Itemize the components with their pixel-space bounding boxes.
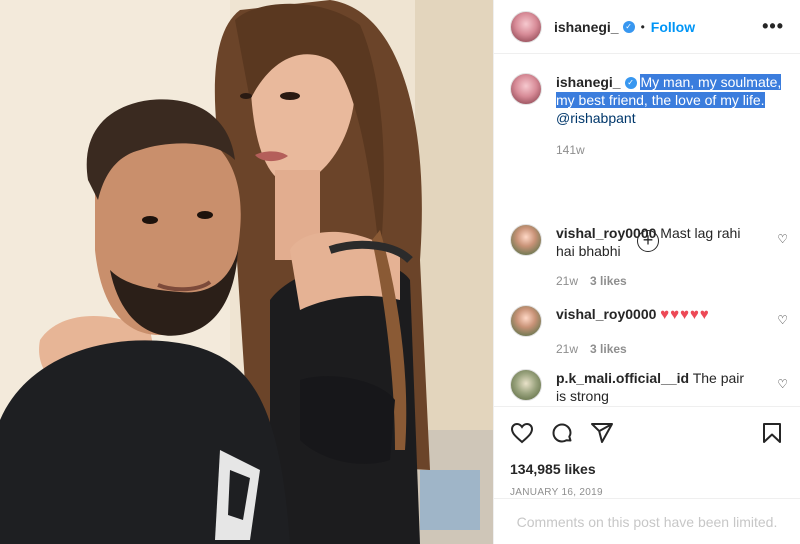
- commenter-username[interactable]: vishal_roy0000: [556, 306, 656, 322]
- comment-text: ♥♥♥♥♥: [660, 306, 710, 323]
- action-bar: 134,985 likes JANUARY 16, 2019: [494, 406, 800, 498]
- heart-icon[interactable]: [510, 421, 534, 445]
- comment-item: vishal_roy0000 Mast lag rahi hai bhabhi …: [494, 224, 800, 290]
- comment-age: 21w: [556, 342, 579, 356]
- caption-entry: ishanegi_ ✓ My man, my soulmate, my best …: [494, 73, 800, 159]
- comment-item: vishal_roy0000 ♥♥♥♥♥ 21w 3 likes ♡: [494, 305, 800, 358]
- comment-likes[interactable]: 3 likes: [590, 274, 627, 288]
- comments-list[interactable]: ishanegi_ ✓ My man, my soulmate, my best …: [494, 55, 800, 405]
- comment-like-icon[interactable]: ♡: [777, 313, 788, 327]
- share-icon[interactable]: [590, 421, 614, 445]
- author-username[interactable]: ishanegi_: [554, 19, 619, 35]
- commenter-avatar[interactable]: [510, 224, 542, 256]
- commenter-username[interactable]: p.k_mali.official__id: [556, 370, 689, 386]
- commenter-username[interactable]: vishal_roy0000: [556, 225, 656, 241]
- post-details-panel: ishanegi_ ✓ • Follow ••• ishanegi_ ✓ My m…: [493, 0, 800, 544]
- couple-selfie-image: [0, 0, 493, 544]
- post-photo[interactable]: [0, 0, 493, 544]
- caption-avatar[interactable]: [510, 73, 542, 105]
- post-header: ishanegi_ ✓ • Follow •••: [494, 0, 800, 54]
- more-options-icon[interactable]: •••: [762, 16, 784, 37]
- caption-age: 141w: [556, 143, 585, 157]
- comment-likes[interactable]: 3 likes: [590, 342, 627, 356]
- comment-icon[interactable]: [550, 421, 574, 445]
- mention-link[interactable]: @rishabpant: [556, 110, 636, 126]
- verified-icon: ✓: [624, 77, 637, 90]
- likes-count[interactable]: 134,985 likes: [510, 461, 784, 477]
- comment-like-icon[interactable]: ♡: [777, 232, 788, 246]
- caption-username[interactable]: ishanegi_: [556, 74, 621, 90]
- author-avatar[interactable]: [510, 10, 542, 43]
- comment-item: p.k_mali.official__id The pair is strong…: [494, 369, 800, 405]
- commenter-avatar[interactable]: [510, 369, 542, 401]
- follow-button[interactable]: Follow: [651, 19, 695, 35]
- separator-dot: •: [640, 19, 645, 34]
- verified-icon: ✓: [622, 20, 635, 33]
- comment-age: 21w: [556, 274, 579, 288]
- post-date: JANUARY 16, 2019: [510, 487, 603, 498]
- comment-like-icon[interactable]: ♡: [777, 377, 788, 391]
- commenter-avatar[interactable]: [510, 305, 542, 337]
- bookmark-icon[interactable]: [760, 421, 784, 445]
- comments-limited-notice: Comments on this post have been limited.: [494, 498, 800, 544]
